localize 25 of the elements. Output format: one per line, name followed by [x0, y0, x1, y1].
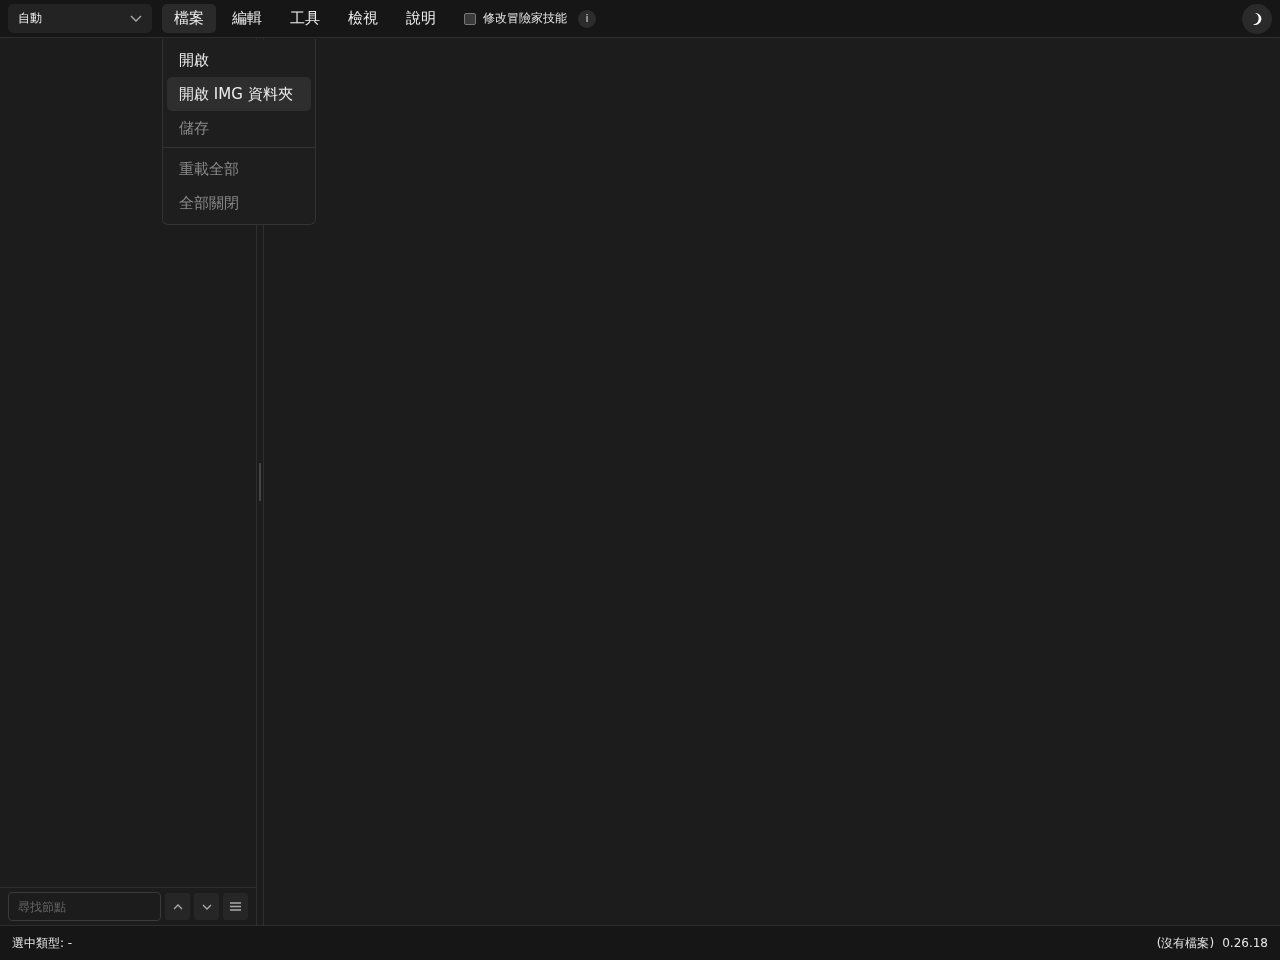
previous-button[interactable] — [165, 893, 190, 920]
theme-toggle-button[interactable] — [1242, 3, 1272, 34]
moon-icon — [1250, 11, 1264, 26]
menu-icon — [230, 902, 241, 911]
checkbox-label: 修改冒險家技能 — [483, 10, 567, 27]
chevron-down-icon — [130, 14, 142, 23]
chevron-up-icon — [172, 903, 183, 910]
next-button[interactable] — [194, 893, 219, 920]
checkbox[interactable] — [464, 12, 476, 25]
file-status: (沒有檔案) — [1156, 934, 1215, 952]
menu-tab[interactable]: 檔案 — [162, 4, 216, 33]
menu-tab[interactable]: 說明 — [394, 4, 448, 33]
menu-tab[interactable]: 檢視 — [336, 4, 390, 33]
chevron-down-icon — [201, 903, 212, 910]
mode-dropdown[interactable]: 自動 — [8, 4, 152, 33]
menu-tab[interactable]: 工具 — [278, 4, 332, 33]
info-button[interactable]: i — [578, 9, 596, 28]
menu-button[interactable] — [223, 893, 248, 920]
menu-tab[interactable]: 編輯 — [220, 4, 274, 33]
splitter-handle[interactable] — [259, 462, 261, 501]
menu-item[interactable]: 開啟 IMG 資料夾 — [167, 77, 311, 111]
search-field[interactable]: 尋找節點 — [8, 892, 161, 921]
status-text: 選中類型: - — [12, 934, 73, 952]
menu-item[interactable]: 開啟 — [167, 43, 311, 77]
version-text: 0.26.18 — [1222, 936, 1268, 950]
